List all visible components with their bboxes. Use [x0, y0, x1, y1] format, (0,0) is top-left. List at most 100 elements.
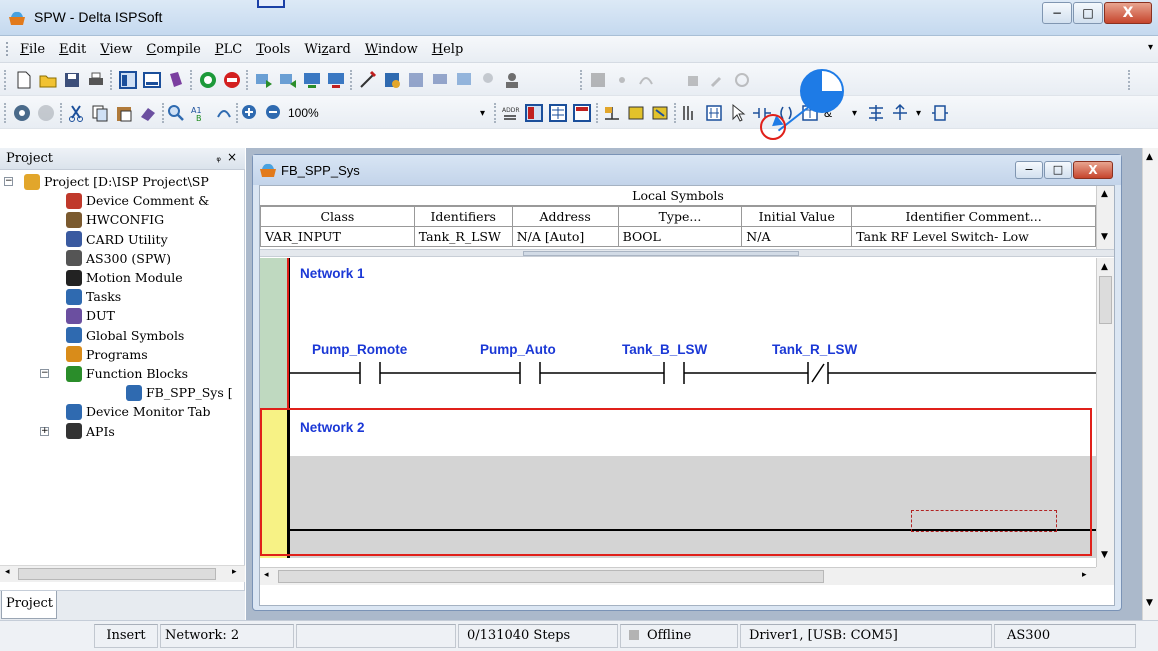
resize-grip-icon[interactable] — [1096, 567, 1114, 585]
refresh-icon[interactable] — [732, 70, 752, 90]
tree-item[interactable]: Motion Module — [66, 268, 183, 287]
tree-item[interactable]: FB_SPP_Sys [ — [126, 383, 233, 402]
minimize-button[interactable]: − — [1042, 2, 1072, 24]
print-icon[interactable] — [86, 70, 106, 90]
scroll-down-icon[interactable]: ▼ — [1101, 550, 1108, 560]
tree-item[interactable]: HWCONFIG — [66, 210, 164, 229]
table-cell[interactable]: VAR_INPUT — [260, 226, 415, 247]
tree-expander-icon[interactable]: − — [40, 369, 49, 378]
book-icon[interactable] — [166, 70, 186, 90]
table-row[interactable]: VAR_INPUT Tank_R_LSW N/A [Auto] BOOL N/A Tank… — [260, 226, 1096, 247]
cursor-box[interactable] — [911, 510, 1057, 532]
menu-item-help[interactable]: Help — [432, 42, 464, 57]
tree-item[interactable]: Global Symbols — [66, 326, 184, 345]
tree-item[interactable]: Tasks — [66, 287, 121, 306]
branch-up-icon[interactable] — [890, 103, 910, 123]
tree-expander-icon[interactable]: − — [4, 177, 13, 186]
insert-network-icon[interactable] — [626, 103, 646, 123]
column-header[interactable]: Identifiers — [413, 206, 513, 227]
scroll-left-icon[interactable]: ◂ — [5, 567, 10, 577]
ladder-block-icon[interactable] — [704, 103, 724, 123]
menu-grip[interactable] — [6, 42, 9, 56]
toolbar-grip[interactable] — [4, 70, 6, 90]
bracket-icon[interactable] — [930, 103, 950, 123]
comment-icon[interactable] — [430, 70, 450, 90]
upload-icon[interactable] — [254, 70, 274, 90]
tree-expander-icon[interactable]: + — [40, 426, 49, 436]
delete-network-icon[interactable] — [650, 103, 670, 123]
editor-minimize-button[interactable]: − — [1015, 161, 1043, 179]
scroll-down-icon[interactable]: ▼ — [1146, 598, 1153, 608]
column-header[interactable]: Address — [511, 206, 619, 227]
find-icon[interactable] — [166, 103, 186, 123]
zoom-out-icon[interactable] — [264, 103, 284, 123]
new-file-icon[interactable] — [14, 70, 34, 90]
column-header[interactable]: Type... — [617, 206, 743, 227]
tree-item[interactable]: CARD Utility — [66, 230, 168, 249]
menu-overflow-icon[interactable]: ▾ — [1148, 42, 1156, 58]
download-icon[interactable] — [278, 70, 298, 90]
toolbar-grip[interactable] — [4, 103, 6, 123]
stop-icon[interactable] — [222, 70, 242, 90]
tree-item[interactable]: APIs — [66, 422, 115, 441]
maximize-button[interactable]: □ — [1073, 2, 1103, 24]
scroll-thumb[interactable] — [18, 568, 216, 580]
user-icon[interactable] — [502, 70, 522, 90]
block-dropdown-icon[interactable]: ▾ — [852, 108, 857, 119]
cut-icon[interactable] — [66, 103, 86, 123]
menu-item-edit[interactable]: Edit — [59, 42, 86, 57]
zoom-dropdown-icon[interactable]: ▾ — [480, 108, 485, 119]
contact-no[interactable] — [357, 360, 383, 386]
scroll-down-icon[interactable]: ▼ — [1101, 232, 1108, 242]
menu-item-window[interactable]: Window — [365, 42, 418, 57]
add-branch-icon[interactable] — [866, 103, 886, 123]
table-view-icon[interactable] — [572, 103, 592, 123]
goto-icon[interactable] — [214, 103, 234, 123]
symbols-vscrollbar[interactable]: ▲ ▼ — [1096, 186, 1114, 249]
save-icon[interactable] — [62, 70, 82, 90]
ladder-vscrollbar[interactable]: ▲ ▼ — [1096, 258, 1114, 567]
replace-icon[interactable]: A1B — [190, 103, 210, 123]
column-header[interactable]: Class — [260, 206, 415, 227]
online-icon[interactable] — [12, 103, 32, 123]
tree-item[interactable]: DUT — [66, 306, 115, 325]
menu-item-compile[interactable]: Compile — [146, 42, 200, 57]
scroll-right-icon[interactable]: ▸ — [1082, 570, 1087, 580]
list-icon[interactable] — [406, 70, 426, 90]
close-pane-icon[interactable]: × — [227, 150, 237, 164]
copy-icon[interactable] — [90, 103, 110, 123]
symbols-splitter[interactable] — [260, 249, 1114, 257]
zoom-in-icon[interactable] — [240, 103, 260, 123]
tree-item[interactable]: Programs — [66, 345, 148, 364]
ladder-editor[interactable]: Network 1 Network 2 Pump_Romote Pump_Aut… — [260, 258, 1096, 567]
menu-item-file[interactable]: File — [20, 42, 45, 57]
wrench-icon[interactable] — [708, 70, 728, 90]
address-icon[interactable]: ADDR — [500, 103, 520, 123]
scroll-up-icon[interactable]: ▲ — [1146, 152, 1153, 162]
eraser-icon[interactable] — [138, 103, 158, 123]
column-header[interactable]: Identifier Comment... — [851, 206, 1096, 227]
workspace-vscrollbar[interactable]: ▲ ▼ — [1142, 148, 1158, 620]
scroll-right-icon[interactable]: ▸ — [232, 567, 237, 577]
scroll-thumb[interactable] — [278, 570, 824, 583]
tree-item[interactable]: Project [D:\ISP Project\SP — [24, 172, 209, 191]
offline-icon[interactable] — [36, 103, 56, 123]
project-window-icon[interactable] — [118, 70, 138, 90]
ladder-hscrollbar[interactable]: ◂ ▸ — [260, 567, 1096, 585]
tree-item[interactable]: Device Monitor Tab — [66, 402, 211, 421]
step-icon[interactable] — [636, 70, 656, 90]
project-tab[interactable]: Project — [1, 591, 57, 619]
table-cell[interactable]: N/A — [741, 226, 853, 247]
run-icon[interactable] — [198, 70, 218, 90]
network-view-icon[interactable] — [548, 103, 568, 123]
monitor-table-icon[interactable] — [454, 70, 474, 90]
tree-item[interactable]: Device Comment & — [66, 191, 209, 210]
monitor-on-icon[interactable] — [302, 70, 322, 90]
paste-icon[interactable] — [114, 103, 134, 123]
open-folder-icon[interactable] — [38, 70, 58, 90]
vertical-line-icon[interactable] — [680, 103, 700, 123]
menu-item-wizard[interactable]: Wizard — [304, 42, 350, 57]
insert-line-icon[interactable] — [602, 103, 622, 123]
contact-no[interactable] — [517, 360, 543, 386]
table-cell[interactable]: BOOL — [617, 226, 743, 247]
